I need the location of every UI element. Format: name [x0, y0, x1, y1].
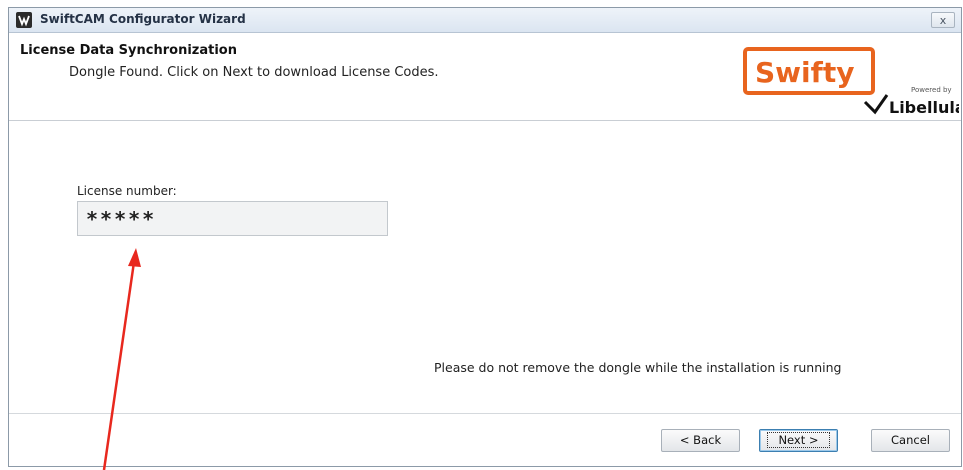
annotation-arrow: [102, 248, 141, 470]
